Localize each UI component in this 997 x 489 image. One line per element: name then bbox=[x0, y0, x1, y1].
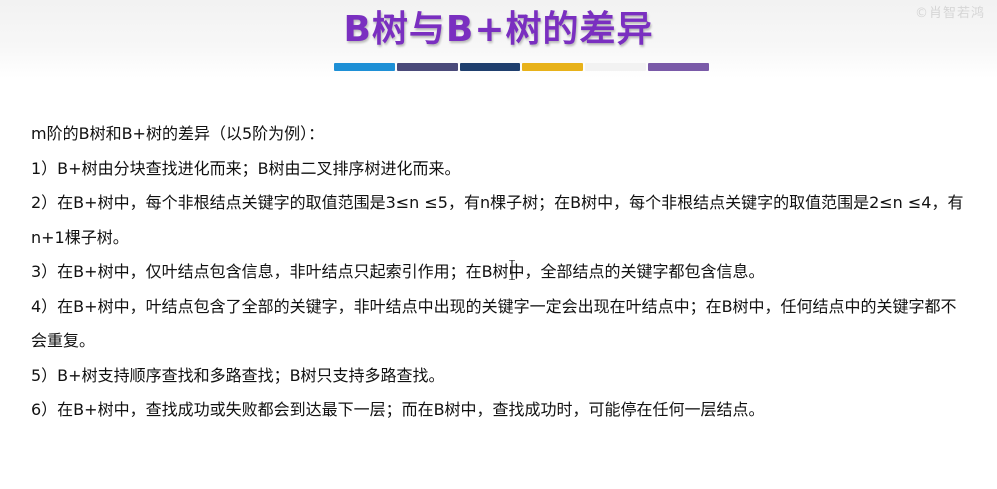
list-item: 3）在B+树中，仅叶结点包含信息，非叶结点只起索引作用；在B树中，全部结点的关键… bbox=[31, 262, 765, 281]
color-bar-segment bbox=[585, 63, 647, 71]
color-bar-segment bbox=[334, 63, 395, 71]
list-item: 6）在B+树中，查找成功或失败都会到达最下一层；而在B树中，查找成功时，可能停在… bbox=[31, 400, 765, 419]
color-bar-segment bbox=[522, 63, 584, 71]
intro-text: m阶的B树和B+树的差异（以5阶为例）： bbox=[31, 124, 325, 143]
watermark: ©肖智若鸿 bbox=[914, 6, 985, 21]
list-item: 4）在B+树中，叶结点包含了全部的关键字，非叶结点中出现的关键字一定会出现在叶结… bbox=[31, 296, 957, 351]
color-bar-segment bbox=[396, 63, 458, 71]
title-color-bar bbox=[334, 63, 709, 71]
list-item: 5）B+树支持顺序查找和多路查找；B树只支持多路查找。 bbox=[31, 365, 445, 385]
list-item: 1）B+树由分块查找进化而来；B树由二叉排序树进化而来。 bbox=[31, 158, 461, 178]
slide-body: m阶的B树和B+树的差异（以5阶为例）： 1）B+树由分块查找进化而来；B树由二… bbox=[31, 117, 971, 428]
slide-title: B树与B+树的差异 bbox=[343, 9, 654, 50]
slide: B树与B+树的差异 ©肖智若鸿 m阶的B树和B+树的差异（以5阶为例）： 1）B… bbox=[0, 0, 997, 489]
text-cursor-icon bbox=[509, 260, 515, 280]
color-bar-segment bbox=[459, 63, 521, 71]
color-bar-segment bbox=[648, 63, 709, 71]
list-item: 2）在B+树中，每个非根结点关键字的取值范围是3≤n ≤5，有n棵子树；在B树中… bbox=[31, 193, 964, 247]
